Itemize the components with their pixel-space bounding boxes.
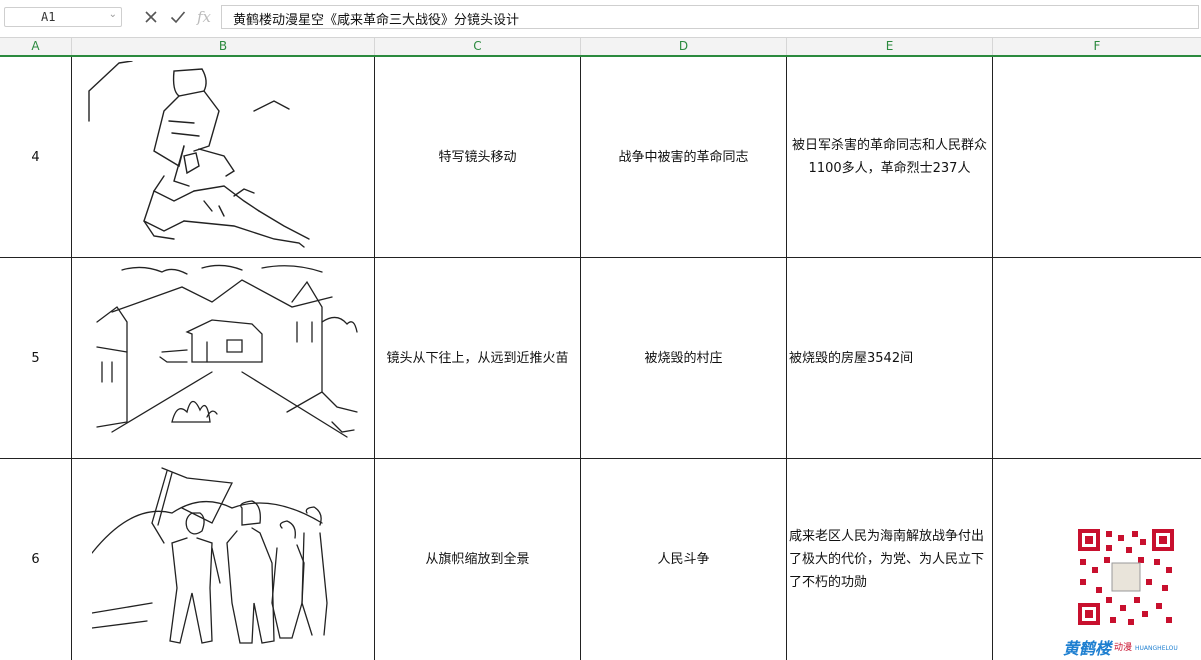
camera-desc: 特写镜头移动 bbox=[438, 149, 517, 165]
cell-c6[interactable]: 从旗帜缩放到全景 bbox=[375, 459, 581, 660]
brand-logo: 黄鹤楼 动漫 HUANGHELOU bbox=[1063, 637, 1178, 659]
cell-d5[interactable]: 被烧毁的村庄 bbox=[581, 258, 787, 459]
close-icon[interactable] bbox=[140, 6, 162, 28]
cell-a6[interactable]: 6 bbox=[0, 459, 72, 660]
camera-desc: 从旗帜缩放到全景 bbox=[425, 552, 530, 567]
column-header-bar: A B C D E F bbox=[0, 38, 1201, 57]
column-header-e[interactable]: E bbox=[787, 38, 993, 55]
cell-f4[interactable] bbox=[993, 57, 1201, 258]
column-header-b[interactable]: B bbox=[72, 38, 375, 55]
cell-c5[interactable]: 镜头从下往上，从远到近推火苗 bbox=[375, 258, 581, 459]
fallen-soldiers-sketch bbox=[84, 61, 364, 253]
cell-d6[interactable]: 人民斗争 bbox=[581, 459, 787, 660]
burned-village-sketch bbox=[92, 262, 362, 452]
cell-a5[interactable]: 5 bbox=[0, 258, 72, 459]
cell-d4[interactable]: 战争中被害的革命同志 bbox=[581, 57, 787, 258]
people-struggle-sketch bbox=[92, 463, 352, 658]
formula-content: 黄鹤楼动漫星空《咸来革命三大战役》分镜头设计 bbox=[233, 13, 520, 28]
cell-c4[interactable]: 特写镜头移动 bbox=[375, 57, 581, 258]
spreadsheet-grid: 4 特写镜头移动 战争中被害的革命同志 被日军杀害的革命同志和人民群众1100多… bbox=[0, 57, 1201, 660]
name-box[interactable]: A1 ⌄ bbox=[4, 7, 122, 27]
fx-icon[interactable]: fx bbox=[193, 6, 215, 28]
cell-e4[interactable]: 被日军杀害的革命同志和人民群众1100多人，革命烈士237人 bbox=[787, 57, 993, 258]
column-header-a[interactable]: A bbox=[0, 38, 72, 55]
formula-bar: A1 ⌄ fx 黄鹤楼动漫星空《咸来革命三大战役》分镜头设计 bbox=[0, 0, 1201, 38]
note-text: 被日军杀害的革命同志和人民群众1100多人，革命烈士237人 bbox=[791, 138, 987, 176]
column-header-f[interactable]: F bbox=[993, 38, 1201, 55]
row-number: 6 bbox=[31, 552, 40, 567]
check-icon[interactable] bbox=[167, 6, 189, 28]
cell-b6[interactable] bbox=[72, 459, 375, 660]
name-box-value: A1 bbox=[41, 10, 56, 24]
cell-b4[interactable] bbox=[72, 57, 375, 258]
formula-input[interactable]: 黄鹤楼动漫星空《咸来革命三大战役》分镜头设计 bbox=[221, 5, 1199, 29]
logo-suffix: 动漫 bbox=[1114, 642, 1133, 653]
chevron-down-icon[interactable]: ⌄ bbox=[109, 9, 117, 20]
row-number: 5 bbox=[31, 350, 40, 366]
scene-desc: 被烧毁的村庄 bbox=[644, 350, 723, 366]
cell-a4[interactable]: 4 bbox=[0, 57, 72, 258]
cell-e5[interactable]: 被烧毁的房屋3542间 bbox=[787, 258, 993, 459]
cell-f6[interactable]: 黄鹤楼 动漫 HUANGHELOU bbox=[993, 459, 1201, 660]
camera-desc: 镜头从下往上，从远到近推火苗 bbox=[386, 350, 569, 366]
cell-b5[interactable] bbox=[72, 258, 375, 459]
scene-desc: 人民斗争 bbox=[657, 552, 710, 567]
column-header-d[interactable]: D bbox=[581, 38, 787, 55]
logo-text: 黄鹤楼 bbox=[1063, 638, 1112, 658]
qr-code-icon bbox=[1076, 527, 1176, 627]
logo-sub: HUANGHELOU bbox=[1135, 644, 1178, 652]
cell-e6[interactable]: 咸来老区人民为海南解放战争付出了极大的代价，为党、为人民立下了不朽的功勋 bbox=[787, 459, 993, 660]
column-header-c[interactable]: C bbox=[375, 38, 581, 55]
scene-desc: 战争中被害的革命同志 bbox=[618, 149, 749, 165]
row-number: 4 bbox=[31, 149, 40, 165]
note-text: 咸来老区人民为海南解放战争付出了极大的代价，为党、为人民立下了不朽的功勋 bbox=[789, 529, 985, 590]
note-text: 被烧毁的房屋3542间 bbox=[789, 350, 914, 366]
cell-f5[interactable] bbox=[993, 258, 1201, 459]
